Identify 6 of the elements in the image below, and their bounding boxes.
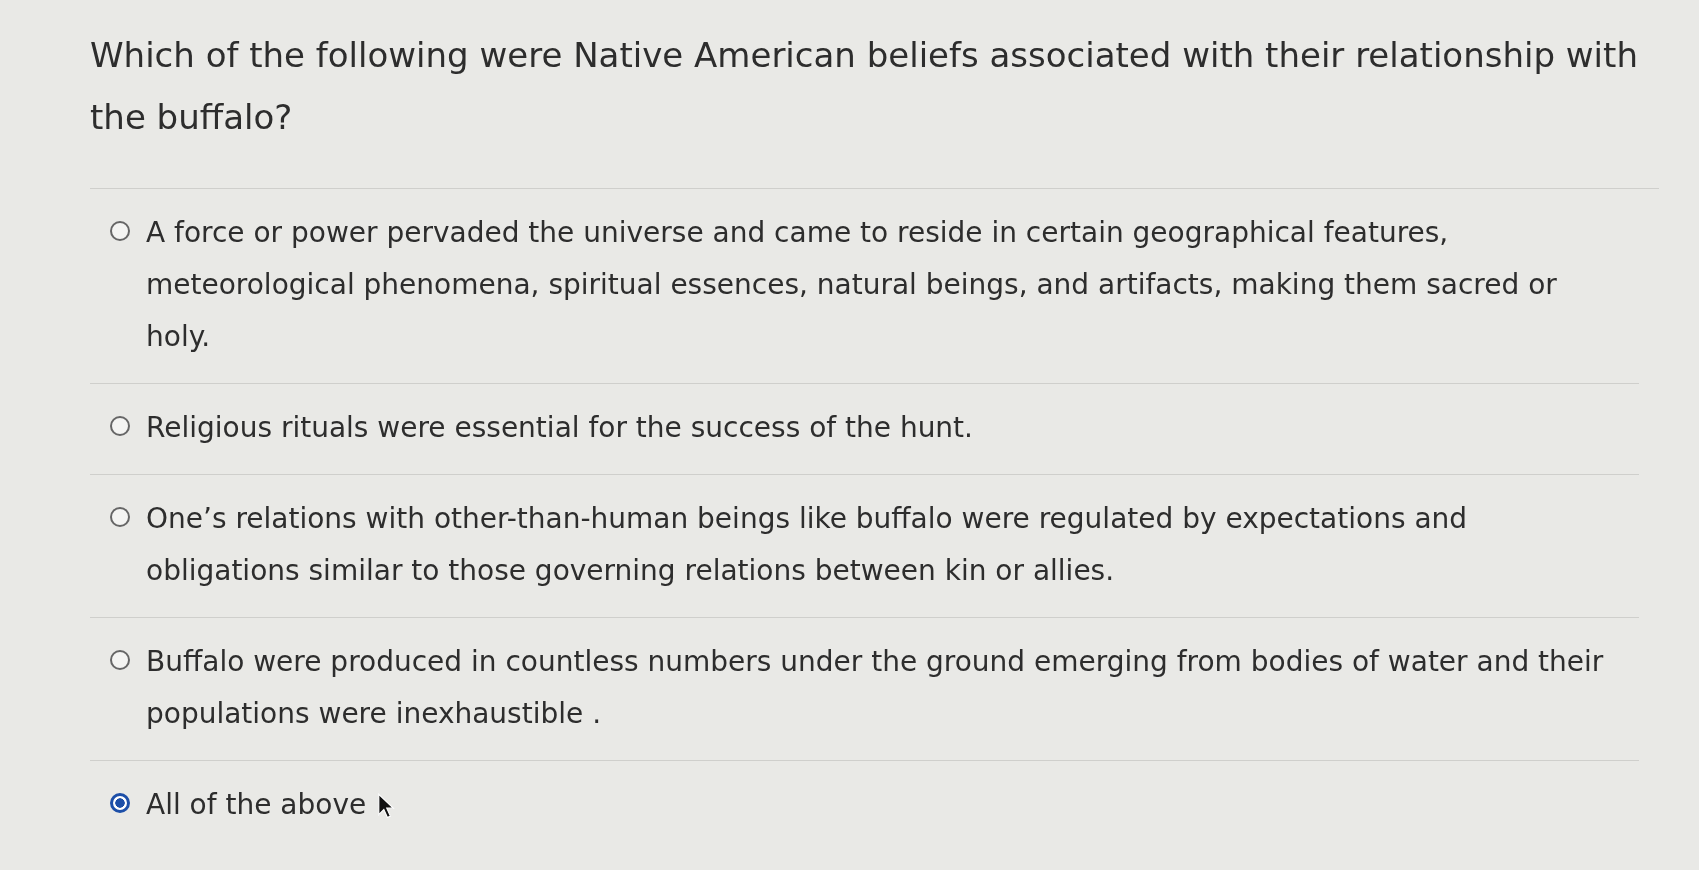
question-text: Which of the following were Native American beliefs associated with their relationship with the buffalo? [90,24,1659,189]
option-label[interactable]: Religious rituals were essential for the success of the hunt. [146,402,1003,454]
option-label[interactable]: One’s relations with other-than-human beings like buffalo were regulated by expectations and obligations similar to those governing relations between kin or allies. [146,493,1639,597]
option-label[interactable]: A force or power pervaded the universe and came to reside in certain geographical features, meteorological phenomena, spiritual essences, natural beings, and artifacts, making them sacred or holy. [146,207,1639,363]
option-label[interactable]: Buffalo were produced in countless numbers under the ground emerging from bodies of water and their populations were inexhaustible . [146,636,1639,740]
option-label[interactable]: All of the above [146,779,397,831]
